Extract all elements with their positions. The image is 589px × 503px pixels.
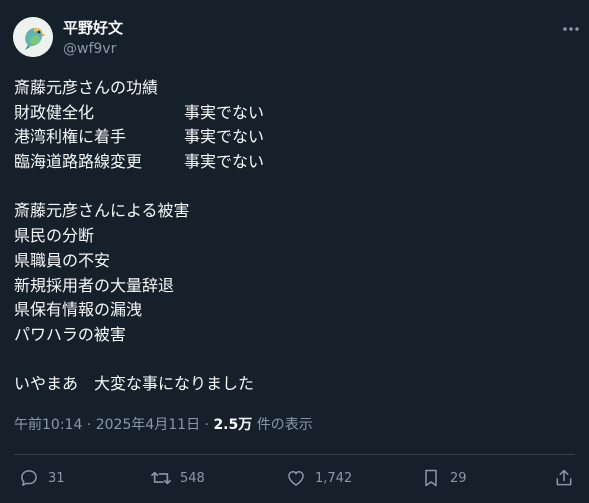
author-avatar[interactable] <box>13 17 53 57</box>
repost-button[interactable]: 548 <box>150 466 205 490</box>
achievement-verdict: 事実でない <box>184 127 265 147</box>
author-name[interactable]: 平野好文 <box>63 19 123 37</box>
tweet-time[interactable]: 午前10:14 <box>14 417 82 433</box>
harms-title: 斎藤元彦さんによる被害 <box>14 201 190 221</box>
like-button[interactable]: 1,742 <box>285 466 352 490</box>
share-button[interactable] <box>553 466 575 490</box>
tweet-meta: 午前10:14 · 2025年4月11日 · 2.5万 件の表示 <box>14 415 313 435</box>
view-count: 2.5万 <box>213 417 253 433</box>
achievement-verdict: 事実でない <box>184 152 265 172</box>
bookmark-count: 29 <box>450 470 467 486</box>
repost-icon <box>150 467 172 489</box>
reply-count: 31 <box>48 470 65 486</box>
closing-line: いやまあ 大変な事になりました <box>14 374 255 394</box>
bookmark-icon <box>420 467 442 489</box>
achievement-item: 財政健全化 <box>14 102 95 122</box>
achievement-row: 財政健全化 事実でない <box>14 101 264 126</box>
more-options-button[interactable] <box>560 22 582 36</box>
achievement-verdict: 事実でない <box>184 102 265 122</box>
achievement-item: 臨海道路路線変更 <box>14 152 143 172</box>
harm-item: パワハラの被害 <box>14 324 126 344</box>
meta-separator: · <box>82 417 96 433</box>
share-icon <box>553 467 575 489</box>
tweet-date[interactable]: 2025年4月11日 <box>96 417 200 433</box>
harm-item: 県保有情報の漏洩 <box>14 300 143 320</box>
bird-avatar-icon <box>13 17 53 57</box>
bookmark-button[interactable]: 29 <box>420 466 467 490</box>
like-icon <box>285 467 307 489</box>
harm-item: 県民の分断 <box>14 226 95 246</box>
like-count: 1,742 <box>315 470 353 486</box>
reply-button[interactable]: 31 <box>18 466 65 490</box>
divider <box>14 454 575 455</box>
tweet-text: 斎藤元彦さんの功績 財政健全化 事実でない 港湾利権に着手 事実でない 臨海道路… <box>14 76 264 397</box>
reply-icon <box>18 467 40 489</box>
view-label: 件の表示 <box>252 417 313 433</box>
achievement-row: 港湾利権に着手 事実でない <box>14 125 264 150</box>
achievements-title: 斎藤元彦さんの功績 <box>14 78 159 97</box>
harm-item: 県職員の不安 <box>14 250 111 270</box>
author-handle[interactable]: @wf9vr <box>63 40 116 58</box>
achievement-item: 港湾利権に着手 <box>14 127 127 147</box>
harm-item: 新規採用者の大量辞退 <box>14 275 175 295</box>
meta-separator: · <box>200 417 214 433</box>
repost-count: 548 <box>180 470 205 486</box>
more-icon <box>563 27 579 31</box>
achievement-row: 臨海道路路線変更 事実でない <box>14 150 264 175</box>
